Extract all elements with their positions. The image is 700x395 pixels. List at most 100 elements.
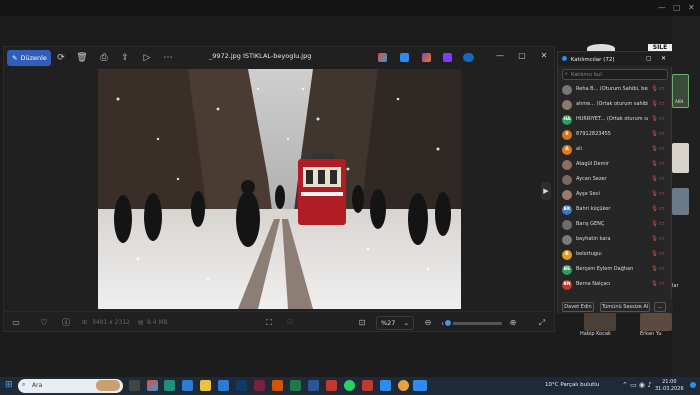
participant-row[interactable]: Aycan Sezer 🎙 ▭	[558, 173, 673, 188]
camera-off-icon[interactable]: ▭	[659, 236, 664, 242]
participant-search-input[interactable]: ⌕ Katılımcı bul	[562, 69, 668, 80]
mic-muted-icon[interactable]: 🎙	[651, 221, 658, 227]
copilot-icon[interactable]	[378, 53, 387, 62]
edge-icon[interactable]	[164, 380, 175, 391]
word-icon[interactable]	[308, 380, 319, 391]
copilot-icon[interactable]	[147, 380, 158, 391]
participant-row[interactable]: BE Berçem Eylem Dağhan 🎙 ▭	[558, 263, 673, 278]
mic-muted-icon[interactable]: 🎙	[651, 146, 658, 152]
participant-row[interactable]: Aali 🎙 ▭	[558, 143, 673, 158]
camera-off-icon[interactable]: ▭	[659, 281, 664, 287]
share-icon[interactable]: ⇪	[119, 52, 131, 64]
mic-muted-icon[interactable]: 🎙	[651, 176, 658, 182]
participant-row[interactable]: BN Berna Nalçacı 🎙 ▭	[558, 278, 673, 293]
camera-off-icon[interactable]: ▭	[659, 86, 664, 92]
zoom-dropdown[interactable]: %27 ⌄	[376, 316, 414, 330]
camera-off-icon[interactable]: ▭	[659, 191, 664, 197]
visual-search-icon[interactable]: ⤧	[284, 317, 296, 329]
mic-muted-icon[interactable]: 🎙	[651, 251, 658, 257]
mic-muted-icon[interactable]: 🎙	[651, 161, 658, 167]
task-view-icon[interactable]	[129, 380, 140, 391]
onedrive-icon[interactable]	[463, 53, 474, 62]
mic-muted-icon[interactable]: 🎙	[651, 131, 658, 137]
powerpoint-icon[interactable]	[326, 380, 337, 391]
info-icon[interactable]: ⓘ	[60, 317, 72, 329]
participant-row[interactable]: BK Bahri küçüker 🎙 ▭	[558, 203, 673, 218]
maximize-icon[interactable]: ▢	[516, 51, 528, 60]
rotate-icon[interactable]: ⟳	[55, 52, 67, 64]
mail-icon[interactable]	[218, 380, 229, 391]
zoom-out-icon[interactable]: ⊖	[422, 317, 434, 329]
mic-muted-icon[interactable]: 🎙	[651, 116, 658, 122]
more-icon[interactable]: ⋯	[162, 52, 174, 64]
camera-off-icon[interactable]: ▭	[659, 251, 664, 257]
camera-off-icon[interactable]: ▭	[659, 266, 664, 272]
zoom-slider-thumb[interactable]	[443, 318, 453, 328]
trash-icon[interactable]: 🗑	[76, 52, 88, 64]
camera-off-icon[interactable]: ▭	[659, 146, 664, 152]
photoshop-icon[interactable]	[236, 380, 247, 391]
close-icon[interactable]: ✕	[661, 55, 666, 62]
clipchamp-icon[interactable]	[422, 53, 431, 62]
minimize-icon[interactable]: —	[494, 51, 506, 60]
favorite-icon[interactable]: ♡	[38, 317, 50, 329]
camera-off-icon[interactable]: ▭	[659, 101, 664, 107]
crop-select-icon[interactable]: ⛶	[263, 317, 275, 329]
close-icon[interactable]: ✕	[688, 3, 695, 12]
excel-icon[interactable]	[290, 380, 301, 391]
participant-row[interactable]: Reha B... (Oturum Sahibi, ben) 🎙 ▭	[558, 83, 673, 98]
camera-off-icon[interactable]: ▭	[659, 131, 664, 137]
invite-button[interactable]: Davet Edin	[562, 302, 594, 312]
mic-muted-icon[interactable]: 🎙	[651, 281, 658, 287]
mic-muted-icon[interactable]: 🎙	[651, 86, 658, 92]
fit-screen-icon[interactable]: ⊡	[356, 317, 368, 329]
powerpoint-icon[interactable]	[272, 380, 283, 391]
participant-row[interactable]: HA HÜRRİYET... (Ortak oturum sahibi)🎙▭	[558, 113, 673, 128]
camera-off-icon[interactable]: ▭	[659, 161, 664, 167]
app-tile-icon[interactable]	[443, 53, 452, 62]
slideshow-icon[interactable]: ▷	[141, 52, 153, 64]
indesign-icon[interactable]	[254, 380, 265, 391]
participant-row[interactable]: Barış GENÇ 🎙 ▭	[558, 218, 673, 233]
participant-row[interactable]: Atagül Demir 🎙 ▭	[558, 158, 673, 173]
windows-start-icon[interactable]: ⊞	[5, 380, 13, 390]
mute-all-button[interactable]: Tümünü Sessize Al	[600, 302, 650, 312]
system-tray-icons[interactable]: ⌃ ▭ ◉ ♪	[622, 381, 652, 389]
camera-off-icon[interactable]: ▭	[659, 116, 664, 122]
whatsapp-icon[interactable]	[344, 380, 355, 391]
weather-widget[interactable]: 10°C Parçalı bulutlu	[545, 382, 599, 388]
camera-off-icon[interactable]: ▭	[659, 206, 664, 212]
popout-icon[interactable]: ▢	[646, 55, 652, 62]
mic-muted-icon[interactable]: 🎙	[651, 206, 658, 212]
mic-muted-icon[interactable]: 🎙	[651, 101, 658, 107]
participant-row[interactable]: ahme... (Ortak oturum sahibi) 🎙 ▭	[558, 98, 673, 113]
minimize-icon[interactable]: —	[658, 3, 666, 12]
mic-muted-icon[interactable]: 🎙	[651, 236, 658, 242]
camera-off-icon[interactable]: ▭	[659, 176, 664, 182]
print-icon[interactable]: ⎙	[98, 52, 110, 64]
participant-row[interactable]: bayhatin kara 🎙 ▭	[558, 233, 673, 248]
close-icon[interactable]: ✕	[538, 51, 550, 60]
file-explorer-icon[interactable]	[200, 380, 211, 391]
maximize-icon[interactable]: ▢	[673, 3, 681, 12]
participant-row[interactable]: 8 87912823455 🎙 ▭	[558, 128, 673, 143]
app-icon[interactable]	[362, 380, 373, 391]
zoom-app-icon[interactable]	[413, 380, 427, 391]
app-icon[interactable]	[380, 380, 391, 391]
store-icon[interactable]	[182, 380, 193, 391]
taskbar-search[interactable]: ⌕ Ara	[18, 379, 123, 393]
designer-icon[interactable]	[400, 53, 409, 62]
mic-muted-icon[interactable]: 🎙	[651, 191, 658, 197]
notification-icon[interactable]	[690, 382, 696, 388]
clock[interactable]: 21:00 31.03.2026	[655, 379, 684, 393]
zoom-in-icon[interactable]: ⊕	[507, 317, 519, 329]
participant-row[interactable]: Ayşe Sevi 🎙 ▭	[558, 188, 673, 203]
chrome-icon[interactable]	[398, 380, 409, 391]
mic-muted-icon[interactable]: 🎙	[651, 266, 658, 272]
next-image-button[interactable]: ▶	[541, 182, 551, 200]
camera-off-icon[interactable]: ▭	[659, 221, 664, 227]
participant-row[interactable]: Bbelortuguı 🎙 ▭	[558, 248, 673, 263]
edit-button[interactable]: ✎ Düzenle	[7, 50, 51, 66]
fullscreen-icon[interactable]: ⤢	[536, 317, 548, 329]
filmstrip-icon[interactable]: ▭	[10, 317, 22, 329]
